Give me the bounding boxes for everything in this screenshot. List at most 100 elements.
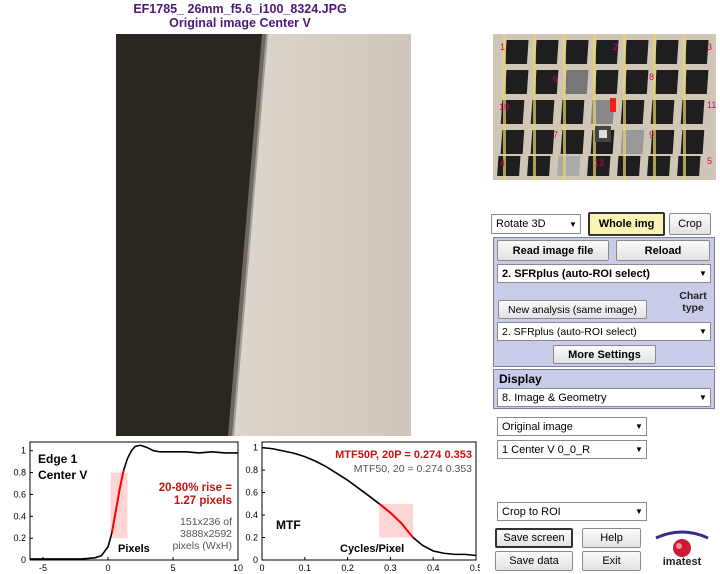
roi-strip (623, 34, 626, 180)
roi-number-label: 4 (500, 158, 505, 168)
y-tick-label: 1 (21, 446, 26, 456)
chart-square (557, 156, 581, 176)
roi-number-label: 7 (553, 130, 558, 140)
selected-roi-marker (610, 98, 616, 112)
y-tick-label: 0.2 (13, 533, 26, 543)
reload-button[interactable]: Reload (616, 240, 710, 261)
chart-thumbnail: 1 2 3 6 8 10 11 7 9 4 13 5 (493, 34, 716, 180)
roi-number-label: 1 (500, 42, 505, 52)
info-label-3: pixels (WxH) (173, 540, 233, 552)
chart-square (527, 156, 551, 176)
mtf-label: MTF (276, 518, 301, 532)
roi-number-label: 3 (707, 42, 712, 52)
edge-image (116, 34, 411, 436)
chevron-down-icon: ▼ (635, 445, 643, 454)
analysis-select-value: 2. SFRplus (auto-ROI select) (502, 267, 650, 280)
chart-square (504, 70, 529, 94)
whole-img-button[interactable]: Whole img (588, 212, 665, 236)
edge-title-1: Edge 1 (38, 452, 78, 466)
chart-type-label: Chart type (679, 290, 707, 314)
rotate-select[interactable]: Rotate 3D ▼ (491, 214, 581, 234)
roi-number-label: 8 (649, 72, 654, 82)
roi-strip (533, 34, 536, 180)
image-subtitle: Original image Center V (169, 16, 311, 30)
x-tick-label: 0.3 (384, 563, 397, 573)
mtf-title-red: MTF50P, 20P = 0.274 0.353 (335, 449, 472, 461)
more-settings-button[interactable]: More Settings (553, 345, 656, 364)
edge-plot: -5 0 5 10 0 0.2 0.4 0.6 0.8 1 Edge 1 Center V 20-… (13, 441, 243, 573)
new-analysis-button[interactable]: New analysis (same image) (498, 300, 647, 319)
help-button[interactable]: Help (582, 528, 641, 548)
info-label-1: 151x236 of (180, 516, 232, 528)
roi-strip (563, 34, 566, 180)
roi-number-label: 5 (707, 156, 712, 166)
analysis-select[interactable]: 2. SFRplus (auto-ROI select) ▼ (497, 264, 711, 283)
chart-square (534, 40, 559, 64)
chart-square (624, 40, 649, 64)
chart-square (677, 156, 701, 176)
crop-select-value: Crop to ROI (502, 505, 561, 518)
y-tick-label: 0.2 (245, 533, 258, 543)
image-type-select[interactable]: Original image ▼ (497, 417, 647, 436)
display-select[interactable]: 8. Image & Geometry ▼ (497, 388, 711, 407)
x-tick-label: 0 (105, 563, 110, 573)
display-select-value: 8. Image & Geometry (502, 391, 607, 404)
x-tick-label: 0.1 (299, 563, 312, 573)
roi-number-label: 13 (594, 158, 604, 168)
y-tick-label: 0.6 (245, 488, 258, 498)
mtf-plot: 0 0.1 0.2 0.3 0.4 0.5 0 0.2 0.4 0.6 0.8 1 MTF50P, 2… (245, 441, 480, 573)
crop-select[interactable]: Crop to ROI ▼ (497, 502, 647, 521)
chart-square (684, 70, 709, 94)
chevron-down-icon: ▼ (635, 507, 643, 516)
chevron-down-icon: ▼ (699, 327, 707, 336)
info-label-2: 3888x2592 (180, 528, 232, 540)
read-image-button[interactable]: Read image file (497, 240, 609, 261)
roi-strip (683, 34, 686, 180)
save-screen-button[interactable]: Save screen (495, 528, 573, 548)
y-tick-label: 0.6 (13, 489, 26, 499)
chart-square (654, 70, 679, 94)
y-tick-label: 1 (253, 443, 258, 453)
y-tick-label: 0.8 (245, 465, 258, 475)
rotate-select-value: Rotate 3D (496, 218, 546, 230)
chart-square (504, 40, 529, 64)
x-tick-label: 10 (233, 563, 243, 573)
y-tick-label: 0 (253, 555, 258, 565)
y-tick-label: 0.4 (13, 511, 26, 521)
roi-number-label: 2 (613, 42, 618, 52)
chevron-down-icon: ▼ (569, 219, 577, 229)
chart-square (617, 156, 641, 176)
roi-select-value: 1 Center V 0_0_R (502, 443, 591, 456)
roi-number-label: 11 (707, 100, 716, 110)
chart-type-select[interactable]: 2. SFRplus (auto-ROI select) ▼ (497, 322, 711, 341)
x-tick-label: -5 (39, 563, 47, 573)
chart-square (654, 40, 679, 64)
chart-square (647, 156, 671, 176)
roi-number-label: 6 (553, 74, 558, 84)
exit-button[interactable]: Exit (582, 551, 641, 571)
rise-label-2: 1.27 pixels (174, 495, 232, 507)
x-tick-label: 0 (259, 563, 264, 573)
center-target-inner (599, 130, 607, 138)
y-tick-label: 0 (21, 555, 26, 565)
roi-select[interactable]: 1 Center V 0_0_R ▼ (497, 440, 647, 459)
chart-square (564, 40, 589, 64)
y-tick-label: 0.8 (13, 468, 26, 478)
chevron-down-icon: ▼ (699, 269, 707, 278)
roi-number-label: 9 (649, 130, 654, 140)
imatest-logo-text: imatest (662, 556, 702, 568)
display-label: Display (499, 372, 542, 386)
chart-square (594, 70, 619, 94)
save-data-button[interactable]: Save data (495, 551, 573, 571)
chevron-down-icon: ▼ (699, 393, 707, 402)
crop-button[interactable]: Crop (669, 213, 711, 235)
x-tick-label: 5 (170, 563, 175, 573)
mtf-title-gray: MTF50, 20 = 0.274 0.353 (354, 463, 472, 475)
roi-strip (653, 34, 656, 180)
rise-label-1: 20-80% rise = (159, 482, 232, 494)
x-tick-label: 0.4 (427, 563, 440, 573)
image-type-select-value: Original image (502, 420, 573, 433)
y-tick-label: 0.4 (245, 510, 258, 520)
chevron-down-icon: ▼ (635, 422, 643, 431)
roi-number-label: 10 (499, 102, 509, 112)
